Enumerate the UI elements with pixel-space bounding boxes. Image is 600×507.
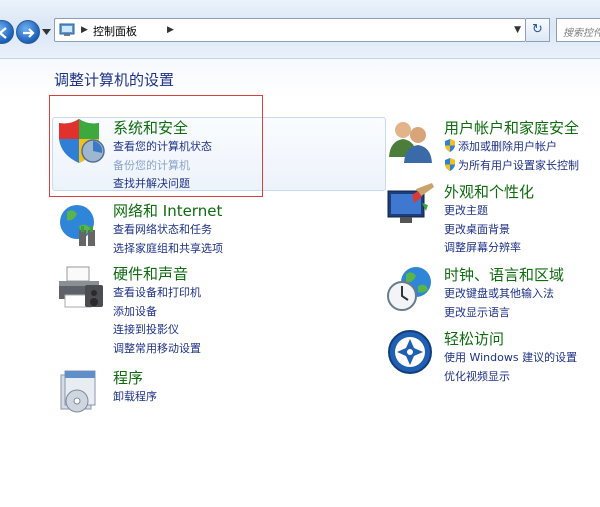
category-ease-of-access[interactable]: 轻松访问 使用 Windows 建议的设置 优化视频显示 xyxy=(386,328,596,388)
breadcrumb-control-panel[interactable]: 控制面板 xyxy=(93,23,137,39)
ease-of-access-icon xyxy=(388,330,432,374)
programs-icon xyxy=(60,370,96,413)
forward-arrow-icon xyxy=(23,28,35,38)
address-dropdown-icon[interactable]: ▼ xyxy=(514,25,521,35)
link-parental-controls[interactable]: 为所有用户设置家长控制 xyxy=(444,157,579,176)
link-label: 添加或删除用户帐户 xyxy=(458,140,557,153)
link-add-device[interactable]: 添加设备 xyxy=(113,303,201,322)
uac-shield-icon xyxy=(445,139,455,152)
link-label: 为所有用户设置家长控制 xyxy=(458,158,579,172)
link-uninstall-program[interactable]: 卸载程序 xyxy=(113,388,157,407)
breadcrumb-separator-icon[interactable]: ▶ xyxy=(167,25,174,35)
category-user-accounts[interactable]: 用户帐户和家庭安全 添加或删除用户帐户 为所有用户设置家长控制 xyxy=(386,117,596,177)
category-title[interactable]: 网络和 Internet xyxy=(113,200,222,221)
navigation-bar: ▶ 控制面板 ▶ ▼ ↻ 搜索控件 xyxy=(0,0,600,59)
category-title[interactable]: 时钟、语言和区域 xyxy=(444,264,564,285)
category-title[interactable]: 用户帐户和家庭安全 xyxy=(444,117,579,138)
link-desktop-background[interactable]: 更改桌面背景 xyxy=(444,221,521,240)
link-connect-projector[interactable]: 连接到投影仪 xyxy=(113,321,201,340)
refresh-icon: ↻ xyxy=(532,22,543,37)
link-screen-resolution[interactable]: 调整屏幕分辨率 xyxy=(444,239,521,258)
category-hardware-sound[interactable]: 硬件和声音 查看设备和打印机 添加设备 连接到投影仪 调整常用移动设置 xyxy=(55,263,375,357)
network-globe-icon xyxy=(60,205,95,246)
category-appearance[interactable]: 外观和个性化 更改主题 更改桌面背景 调整屏幕分辨率 xyxy=(386,181,596,254)
link-devices-printers[interactable]: 查看设备和打印机 xyxy=(113,284,201,303)
link-add-remove-accounts[interactable]: 添加或删除用户帐户 xyxy=(444,138,579,157)
printer-icon xyxy=(59,266,103,308)
category-clock-language-region[interactable]: 时钟、语言和区域 更改键盘或其他输入法 更改显示语言 xyxy=(386,264,596,324)
page-title: 调整计算机的设置 xyxy=(54,71,175,89)
annotation-highlight-box xyxy=(49,95,263,197)
link-recommended-settings[interactable]: 使用 Windows 建议的设置 xyxy=(444,349,577,368)
category-title[interactable]: 硬件和声音 xyxy=(113,263,188,284)
search-input[interactable]: 搜索控件 xyxy=(556,18,600,42)
breadcrumb-separator-icon[interactable]: ▶ xyxy=(81,25,88,35)
category-title[interactable]: 程序 xyxy=(113,367,143,388)
category-programs[interactable]: 程序 卸载程序 xyxy=(55,367,375,417)
link-network-status[interactable]: 查看网络状态和任务 xyxy=(113,221,223,240)
forward-button[interactable] xyxy=(16,20,40,44)
back-arrow-icon xyxy=(0,27,7,39)
refresh-button[interactable]: ↻ xyxy=(526,18,550,42)
uac-shield-icon xyxy=(445,157,455,171)
category-network-internet[interactable]: 网络和 Internet 查看网络状态和任务 选择家庭组和共享选项 xyxy=(55,200,375,255)
search-placeholder: 搜索控件 xyxy=(563,28,600,39)
link-change-theme[interactable]: 更改主题 xyxy=(444,202,521,221)
link-display-language[interactable]: 更改显示语言 xyxy=(444,304,554,323)
link-mobility-settings[interactable]: 调整常用移动设置 xyxy=(113,340,201,359)
link-keyboard-input[interactable]: 更改键盘或其他输入法 xyxy=(444,285,554,304)
control-panel-content: 调整计算机的设置 系统和安全 查看您的计算机状态 备份您的计算机 查找并解决问题… xyxy=(0,59,600,507)
display-paint-icon xyxy=(387,183,434,223)
link-optimize-video[interactable]: 优化视频显示 xyxy=(444,368,577,387)
category-title[interactable]: 外观和个性化 xyxy=(444,181,534,202)
address-bar[interactable]: ▶ 控制面板 ▶ ▼ xyxy=(54,18,526,42)
clock-globe-icon xyxy=(387,267,431,311)
recent-pages-dropdown-icon[interactable] xyxy=(42,29,51,35)
back-button[interactable] xyxy=(0,20,14,44)
control-panel-icon xyxy=(59,23,75,36)
category-title[interactable]: 轻松访问 xyxy=(444,328,504,349)
link-homegroup-sharing[interactable]: 选择家庭组和共享选项 xyxy=(113,240,223,259)
users-icon xyxy=(389,122,432,163)
